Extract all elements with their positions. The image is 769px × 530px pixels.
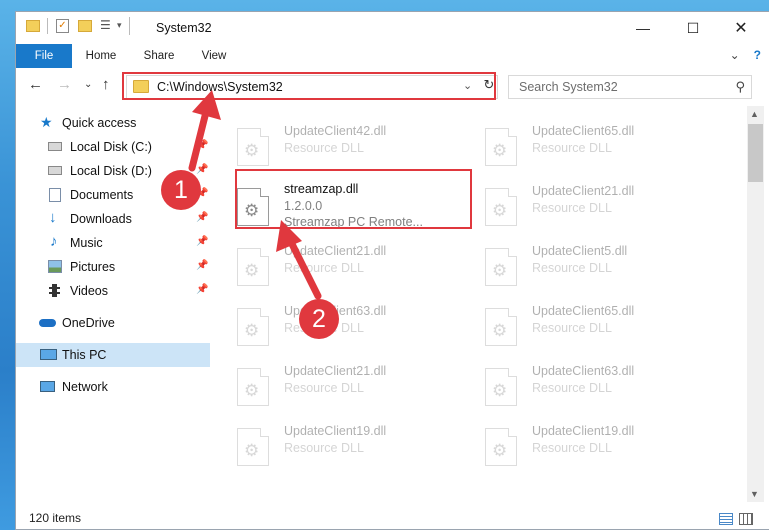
callout-arrows <box>188 90 322 300</box>
step-2-badge: 2 <box>299 299 339 339</box>
arrow-head-1 <box>192 90 221 120</box>
arrow-head-2 <box>276 220 302 252</box>
step-1-badge: 1 <box>161 170 201 210</box>
